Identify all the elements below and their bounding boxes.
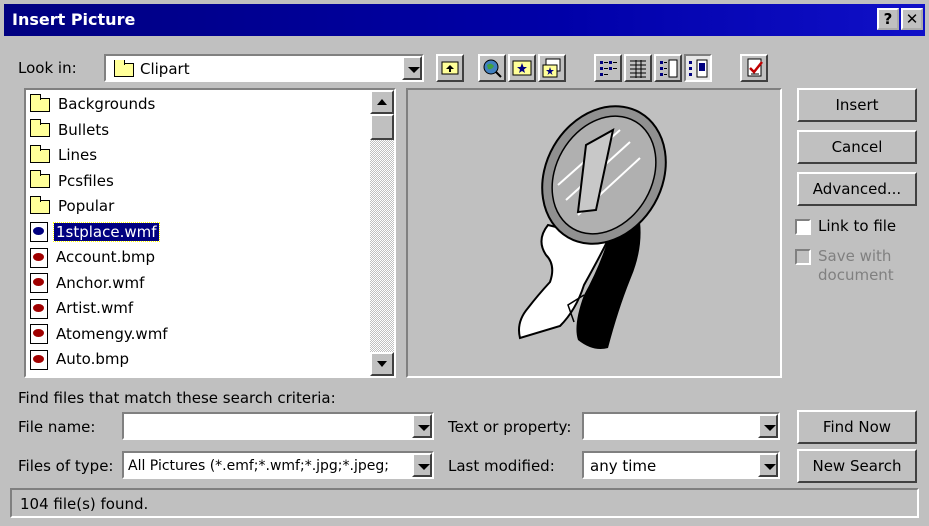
file-list-item[interactable]: Anchor.wmf (30, 271, 146, 295)
first-place-medal-image (518, 105, 667, 349)
chevron-down-icon[interactable] (758, 453, 778, 477)
list-item-label: Bullets (58, 120, 110, 139)
list-item-label: Pcsfiles (58, 171, 114, 190)
list-item-label: Auto.bmp (56, 350, 129, 368)
search-criteria-heading: Find files that match these search crite… (18, 389, 336, 407)
file-name-label: File name: (18, 418, 96, 436)
list-item-label: Popular (58, 197, 115, 215)
picture-file-icon (30, 222, 48, 242)
chevron-down-icon[interactable] (412, 453, 432, 477)
insert-button[interactable]: Insert (797, 88, 917, 122)
list-item-label: Backgrounds (58, 95, 156, 113)
picture-file-icon (30, 349, 48, 370)
help-button[interactable]: ? (877, 8, 899, 30)
folder-list-item[interactable]: Lines (30, 143, 99, 167)
picture-file-icon (30, 273, 48, 293)
list-item-label: 1stplace.wmf (53, 221, 160, 242)
preview-pane (406, 88, 782, 378)
find-now-button[interactable]: Find Now (797, 410, 917, 444)
folder-list-item[interactable]: Pcsfiles (30, 169, 116, 193)
preview-view-icon[interactable] (684, 54, 712, 82)
details-view-icon[interactable] (624, 54, 652, 82)
list-view-icon[interactable] (594, 54, 622, 82)
picture-file-icon (30, 324, 48, 344)
list-item-label: Artist.wmf (56, 299, 134, 317)
list-item-label: Lines (58, 146, 98, 164)
files-of-type-dropdown[interactable]: All Pictures (*.emf;*.wmf;*.jpg;*.jpeg; (122, 451, 434, 479)
file-list[interactable]: Backgrounds Bullets Lines Pcsfiles Popular 1s… (24, 88, 396, 378)
file-list-item[interactable]: 1stplace.wmf (30, 220, 160, 244)
text-property-label: Text or property: (448, 418, 572, 436)
list-item-label: Anchor.wmf (56, 273, 145, 292)
file-list-item[interactable]: Account.bmp (30, 245, 157, 269)
files-of-type-label: Files of type: (18, 457, 114, 475)
file-list-item[interactable]: Atomengy.wmf (30, 322, 170, 346)
folder-icon (30, 119, 50, 137)
folder-icon (30, 93, 50, 112)
cancel-button[interactable]: Cancel (797, 130, 917, 164)
status-bar: 104 file(s) found. (10, 488, 919, 518)
link-to-file-checkbox[interactable] (795, 219, 811, 235)
file-name-field[interactable] (122, 412, 434, 440)
chevron-down-icon[interactable] (412, 414, 432, 438)
list-item-label: Atomengy.wmf (56, 324, 168, 343)
search-web-icon[interactable] (478, 54, 506, 82)
chevron-down-icon[interactable] (758, 414, 778, 438)
save-with-document-label-2: document (818, 266, 894, 284)
advanced-button[interactable]: Advanced... (797, 172, 917, 206)
title-bar[interactable]: Insert Picture ? ✕ (4, 4, 925, 36)
file-list-item[interactable]: Artist.wmf (30, 296, 135, 320)
commands-icon[interactable] (740, 54, 768, 82)
text-property-field[interactable] (582, 412, 780, 440)
last-modified-dropdown[interactable]: any time (582, 451, 780, 479)
properties-view-icon[interactable] (654, 54, 682, 82)
scroll-thumb[interactable] (370, 114, 394, 140)
look-in-value: Clipart (140, 60, 190, 78)
status-text: 104 file(s) found. (20, 495, 149, 513)
picture-file-icon (30, 247, 48, 268)
insert-picture-dialog: Insert Picture ? ✕ Look in: Clipart Back… (0, 0, 929, 526)
close-button[interactable]: ✕ (901, 8, 923, 30)
dialog-title: Insert Picture (12, 10, 136, 29)
folder-list-item[interactable]: Popular (30, 194, 116, 218)
folder-icon (30, 195, 50, 214)
folder-list-item[interactable]: Bullets (30, 118, 111, 142)
up-one-level-icon[interactable] (436, 54, 464, 82)
folder-list-item[interactable]: Backgrounds (30, 92, 157, 116)
folder-icon (114, 60, 134, 77)
link-to-file-label: Link to file (818, 217, 897, 235)
chevron-down-icon[interactable] (402, 56, 422, 80)
favorites-icon[interactable] (508, 54, 536, 82)
picture-file-icon (30, 298, 48, 319)
save-with-document-checkbox (795, 249, 811, 265)
list-item-label: Account.bmp (56, 248, 155, 266)
file-list-item[interactable]: Auto.bmp (30, 347, 131, 371)
last-modified-label: Last modified: (448, 457, 555, 475)
scroll-down-button[interactable] (370, 352, 394, 376)
list-scrollbar[interactable] (370, 90, 394, 376)
folder-icon (30, 144, 50, 163)
folder-icon (30, 170, 50, 188)
scroll-up-button[interactable] (370, 90, 394, 114)
add-to-favorites-icon[interactable] (538, 54, 566, 82)
look-in-dropdown[interactable]: Clipart (104, 54, 424, 82)
save-with-document-label: Save with (818, 247, 892, 265)
new-search-button[interactable]: New Search (797, 449, 917, 483)
look-in-label: Look in: (18, 59, 77, 77)
